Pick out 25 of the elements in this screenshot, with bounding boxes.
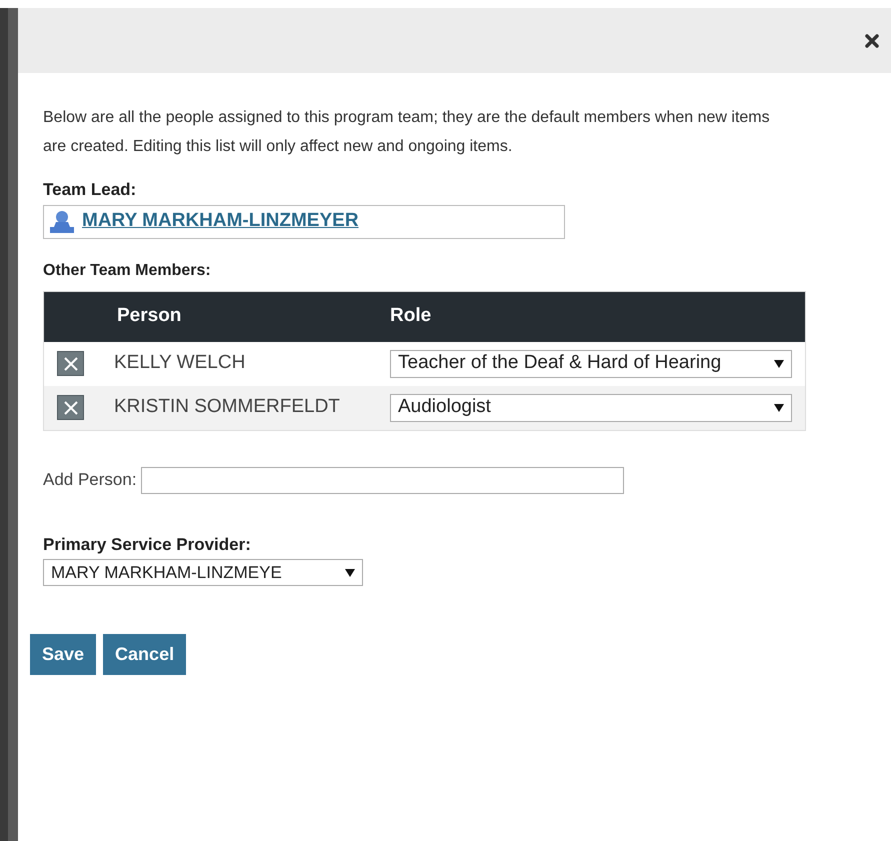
x-icon — [62, 356, 78, 372]
caret-icon — [774, 404, 784, 412]
person-name: KELLY WELCH — [114, 351, 246, 376]
column-header: Role — [390, 304, 432, 328]
caret-icon — [345, 568, 355, 576]
remove-button[interactable] — [57, 395, 84, 420]
person-icon — [48, 210, 76, 234]
column-header: Person — [116, 304, 182, 328]
save-button[interactable]: Save — [30, 634, 96, 675]
team-lead-label: Team Lead: — [43, 179, 138, 201]
role-select[interactable]: Teacher of the Deaf & Hard of Hearing — [390, 350, 792, 378]
add-person-label: Add Person: — [43, 469, 137, 492]
add-person-field[interactable] — [140, 466, 624, 494]
cancel-button[interactable]: Cancel — [103, 634, 186, 675]
role-select[interactable]: Audiologist — [390, 394, 792, 422]
caret-icon — [774, 360, 784, 368]
remove-button[interactable] — [57, 351, 84, 376]
x-icon — [62, 400, 78, 416]
primary-provider-label: Primary Service Provider: — [43, 534, 252, 556]
intro-text: Below are all the people assigned to this program team; they are the default members when new items are created. Editing this list will only affect new and ongoing items. — [43, 108, 771, 157]
person-name: KRISTIN SOMMERFELDT — [114, 395, 341, 420]
provider-select[interactable]: MARY MARKHAM-LINZMEYE — [43, 559, 363, 586]
close-icon[interactable] — [865, 34, 879, 48]
members-label: Other Team Members: — [43, 260, 212, 280]
team-lead-link[interactable]: MARY MARKHAM-LINZMEYER — [82, 207, 359, 236]
